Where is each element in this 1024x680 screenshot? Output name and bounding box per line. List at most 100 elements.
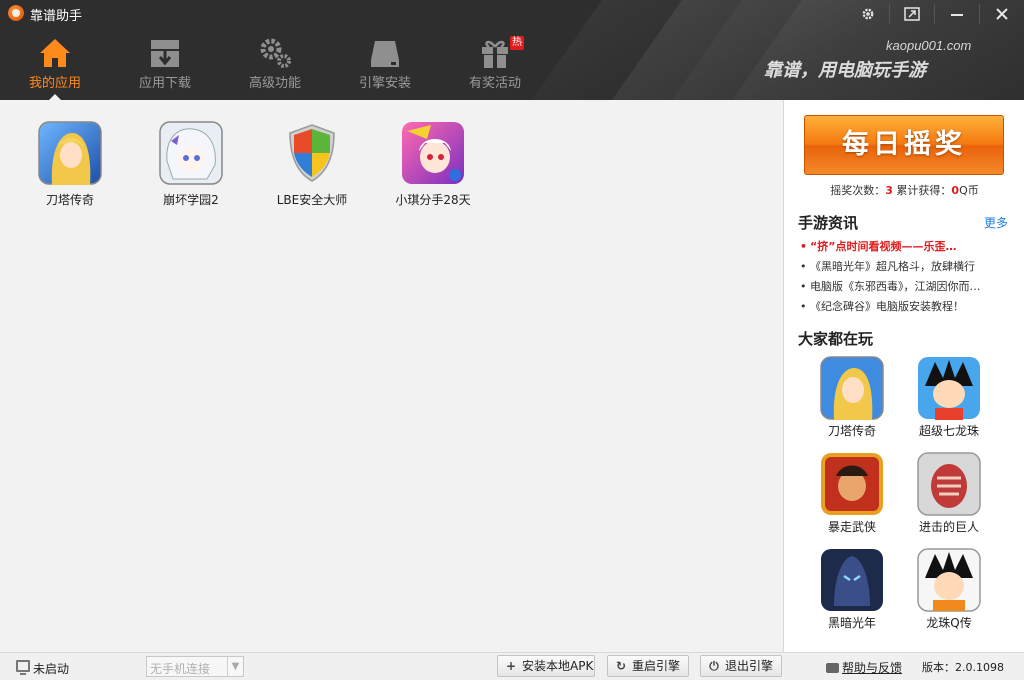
tab-label: 我的应用 — [28, 76, 81, 91]
window-title: 靠谱助手 — [30, 9, 83, 24]
settings-button[interactable] — [846, 0, 890, 28]
download-box-icon — [151, 40, 179, 67]
status-bar: 未启动 无手机连接 ▼ + 安装本地APK ↻ 重启引擎 ⏻ 退出引擎 帮助与反馈 版… — [0, 652, 1024, 680]
popular-game-tile[interactable]: 进击的巨人 — [901, 452, 997, 544]
minimize-button[interactable] — [935, 0, 979, 28]
restart-engine-label: 重启引擎 — [632, 659, 681, 673]
popular-game-tile[interactable]: 超级七龙珠 — [901, 356, 997, 448]
app-tile[interactable]: 崩坏学园2 — [141, 100, 241, 207]
app-logo-icon — [8, 5, 24, 21]
app-tile[interactable]: 小琪分手28天 — [383, 100, 483, 207]
popular-game-tile[interactable]: 暴走武侠 — [804, 452, 900, 544]
tab-engine-install[interactable]: 引擎安装 — [330, 30, 440, 100]
tab-label: 引擎安装 — [358, 76, 411, 91]
lottery-stats: 摇奖次数：3 累计获得：0Q币 — [784, 182, 1024, 198]
news-item[interactable]: • “挤”点时间看视频——乐歪… — [800, 237, 1012, 257]
device-select-value: 无手机连接 — [150, 662, 211, 676]
app-icon-xiaoqi — [402, 122, 464, 184]
app-name: LBE安全大师 — [276, 193, 348, 207]
app-icon-houkai-gakuen — [159, 121, 223, 185]
news-text: 电脑版《东邪西毒》，江湖因你而… — [810, 280, 981, 293]
bullet-icon: • — [800, 240, 808, 253]
bullet-icon: • — [800, 260, 807, 273]
home-icon — [40, 39, 70, 67]
news-more-link[interactable]: 更多 — [984, 214, 1008, 231]
help-feedback-link[interactable]: 帮助与反馈 — [826, 659, 902, 676]
daily-lottery-button[interactable]: 每日摇奖 — [804, 115, 1004, 175]
titlebar: 靠谱助手 — [0, 0, 1024, 26]
engine-status: 未启动 — [33, 662, 70, 676]
lottery-count-label: 摇奖次数： — [830, 184, 886, 197]
app-tile[interactable]: 刀塔传奇 — [20, 100, 120, 207]
restart-engine-button[interactable]: ↻ 重启引擎 — [607, 655, 689, 677]
chevron-down-icon: ▼ — [227, 657, 243, 676]
chat-icon — [826, 663, 839, 673]
help-label: 帮助与反馈 — [842, 661, 903, 675]
lottery-count: 3 — [885, 184, 893, 197]
app-icon-dota-legend — [38, 121, 102, 185]
app-name: 小琪分手28天 — [395, 193, 471, 207]
tab-label: 应用下载 — [138, 76, 191, 91]
app-name: 刀塔传奇 — [45, 193, 94, 207]
my-apps-panel: 刀塔传奇 崩坏学园2 LBE安全大师 小琪分手28天 — [0, 100, 783, 652]
news-text: “挤”点时间看视频——乐歪… — [810, 240, 957, 253]
brand-slogan: 靠谱，用电脑玩手游 — [764, 60, 926, 81]
app-tile[interactable]: LBE安全大师 — [262, 100, 362, 207]
news-item[interactable]: • 《纪念碑谷》电脑版安装教程！ — [800, 297, 1012, 317]
plus-icon: + — [505, 659, 517, 673]
lottery-total-label: 累计获得： — [896, 184, 952, 197]
popular-game-tile[interactable]: 龙珠Q传 — [901, 548, 997, 640]
tab-app-download[interactable]: 应用下载 — [110, 30, 220, 100]
exit-engine-button[interactable]: ⏻ 退出引擎 — [700, 655, 782, 677]
game-icon-dark-lightyear — [821, 549, 883, 611]
popular-section-title: 大家都在玩 — [798, 330, 874, 348]
close-button[interactable] — [980, 0, 1024, 28]
game-name: 黑暗光年 — [827, 616, 876, 630]
news-text: 《黑暗光年》超凡格斗，放肆横行 — [810, 260, 975, 273]
mini-mode-button[interactable] — [890, 0, 934, 28]
tab-label: 有奖活动 — [468, 76, 521, 91]
tab-my-apps[interactable]: 我的应用 — [0, 30, 110, 100]
app-name: 崩坏学园2 — [163, 193, 219, 207]
gears-icon — [260, 38, 291, 68]
game-icon-dragon-ball-q — [917, 548, 981, 612]
game-name: 暴走武侠 — [827, 520, 876, 534]
news-item[interactable]: • 《黑暗光年》超凡格斗，放肆横行 — [800, 257, 1012, 277]
news-section-title: 手游资讯 — [798, 214, 859, 232]
install-apk-button[interactable]: + 安装本地APK — [497, 655, 595, 677]
lottery-unit: Q币 — [959, 184, 979, 197]
game-name: 刀塔传奇 — [827, 424, 876, 438]
game-icon-attack-on-titan — [917, 452, 981, 516]
bullet-icon: • — [800, 280, 807, 293]
gear-icon — [862, 8, 874, 20]
power-icon: ⏻ — [709, 659, 719, 673]
game-name: 龙珠Q传 — [926, 616, 972, 630]
monitor-icon — [16, 660, 30, 675]
hot-badge: 热 — [510, 36, 524, 50]
device-select[interactable]: 无手机连接 ▼ — [146, 656, 244, 677]
bullet-icon: • — [800, 300, 807, 313]
lottery-total: 0 — [951, 184, 960, 197]
news-item[interactable]: • 电脑版《东邪西毒》，江湖因你而… — [800, 277, 1012, 297]
drive-icon — [371, 41, 399, 67]
news-text: 《纪念碑谷》电脑版安装教程！ — [810, 300, 964, 313]
version-label: 版本：2.0.1098 — [922, 661, 1004, 674]
minimize-icon — [951, 14, 963, 16]
game-icon-dota-legend — [820, 356, 884, 420]
news-list: • “挤”点时间看视频——乐歪… • 《黑暗光年》超凡格斗，放肆横行 • 电脑版《东邪… — [800, 237, 1012, 317]
tab-label: 高级功能 — [248, 76, 301, 91]
popular-game-tile[interactable]: 刀塔传奇 — [804, 356, 900, 448]
tab-advanced[interactable]: 高级功能 — [220, 30, 330, 100]
brand-url: kaopu001.com — [886, 38, 972, 53]
sidebar: 每日摇奖 摇奖次数：3 累计获得：0Q币 手游资讯 更多 • “挤”点时间看视频—… — [783, 100, 1024, 652]
app-icon-shield — [289, 124, 335, 182]
resize-icon — [904, 7, 920, 21]
game-name: 进击的巨人 — [918, 520, 979, 534]
game-icon-dragon-ball — [918, 357, 980, 420]
gift-icon — [482, 40, 508, 68]
popular-game-tile[interactable]: 黑暗光年 — [804, 548, 900, 640]
close-icon — [996, 8, 1008, 20]
exit-engine-label: 退出引擎 — [725, 659, 774, 673]
game-name: 超级七龙珠 — [918, 424, 979, 438]
tab-rewards[interactable]: 热 有奖活动 — [440, 30, 550, 100]
